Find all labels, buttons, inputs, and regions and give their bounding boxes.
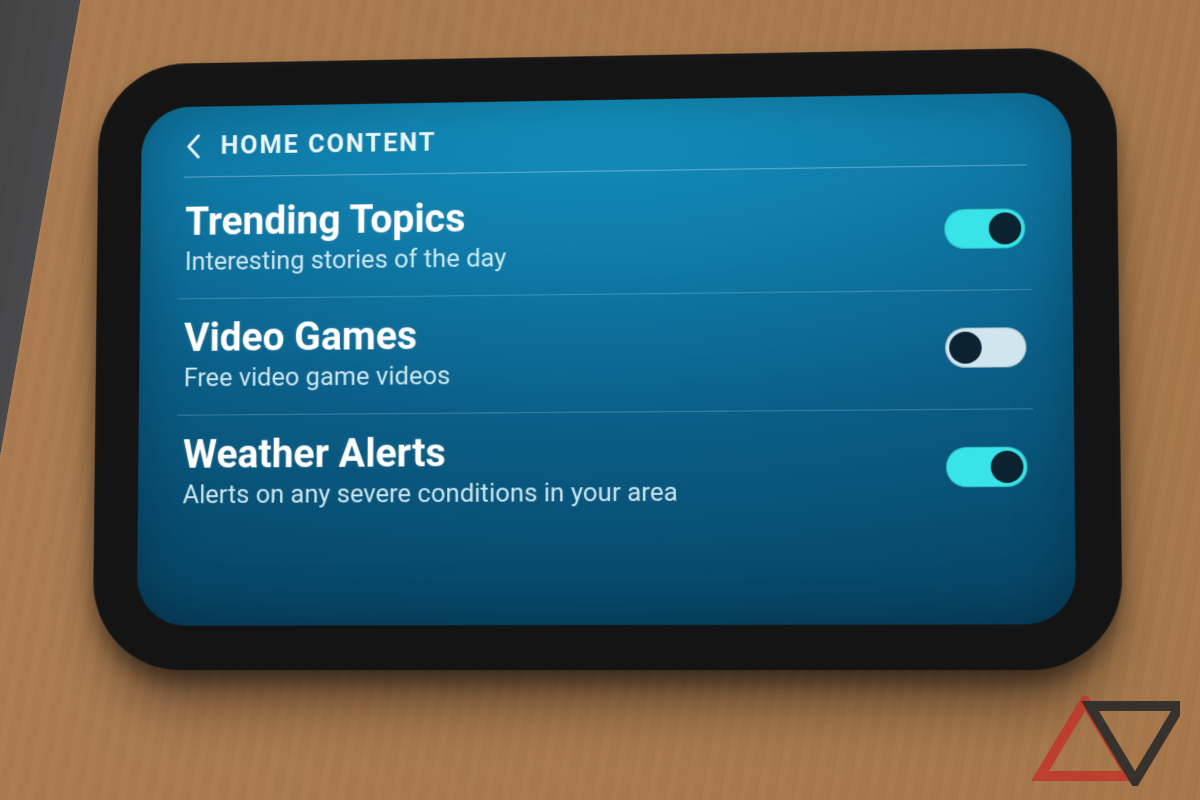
toggle-trending-topics[interactable] bbox=[944, 208, 1025, 249]
setting-row-weather-alerts[interactable]: Weather Alerts Alerts on any severe cond… bbox=[176, 409, 1034, 531]
setting-title: Weather Alerts bbox=[183, 428, 922, 476]
chevron-left-icon bbox=[185, 134, 205, 160]
device-screen[interactable]: HOME CONTENT Trending Topics Interesting… bbox=[137, 92, 1077, 625]
setting-text: Trending Topics Interesting stories of t… bbox=[185, 191, 921, 277]
setting-title: Trending Topics bbox=[185, 191, 920, 244]
watermark-logo bbox=[1030, 696, 1180, 786]
toggle-knob bbox=[949, 332, 982, 364]
settings-list: Trending Topics Interesting stories of t… bbox=[176, 171, 1034, 531]
setting-subtitle: Interesting stories of the day bbox=[185, 238, 921, 276]
setting-row-video-games[interactable]: Video Games Free video game videos bbox=[178, 290, 1034, 416]
toggle-video-games[interactable] bbox=[945, 327, 1027, 368]
screen-title: HOME CONTENT bbox=[220, 128, 436, 161]
back-button[interactable] bbox=[182, 134, 207, 160]
setting-text: Video Games Free video game videos bbox=[184, 309, 922, 393]
setting-subtitle: Free video game videos bbox=[184, 357, 922, 393]
smart-display-device: HOME CONTENT Trending Topics Interesting… bbox=[92, 47, 1123, 670]
setting-row-trending-topics[interactable]: Trending Topics Interesting stories of t… bbox=[179, 171, 1032, 299]
toggle-knob bbox=[991, 451, 1024, 483]
toggle-knob bbox=[989, 212, 1022, 244]
setting-subtitle: Alerts on any severe conditions in your … bbox=[183, 476, 922, 510]
setting-text: Weather Alerts Alerts on any severe cond… bbox=[183, 428, 922, 510]
setting-title: Video Games bbox=[184, 309, 921, 360]
toggle-weather-alerts[interactable] bbox=[946, 447, 1028, 488]
